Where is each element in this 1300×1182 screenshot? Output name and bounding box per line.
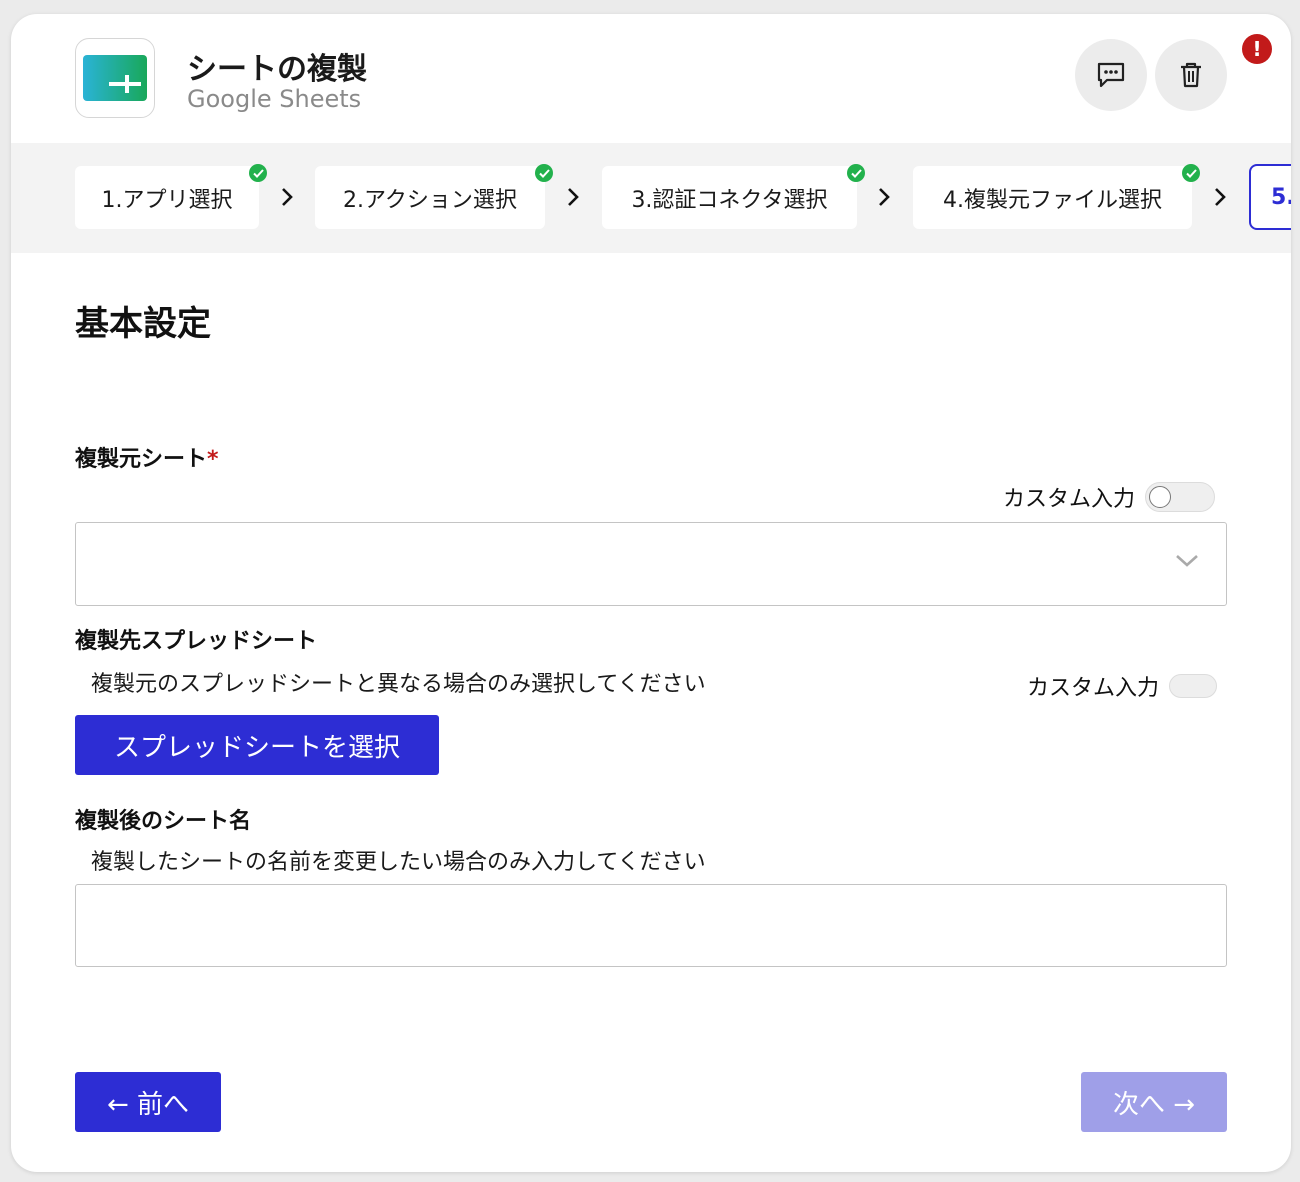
comment-button[interactable] [1075, 39, 1147, 111]
step-label: 2.アクション選択 [343, 187, 517, 213]
toggle-knob [1149, 486, 1172, 508]
chevron-right-icon [277, 183, 297, 211]
chevron-right-icon [1210, 183, 1230, 211]
step-progress-bar: 1.アプリ選択 2.アクション選択 3.認証コネクタ選択 4.複製元ファイル選択… [11, 143, 1291, 253]
required-mark: * [207, 447, 219, 472]
step-label: 4.複製元ファイル選択 [943, 187, 1162, 213]
prev-button[interactable]: ← 前へ [75, 1072, 221, 1132]
step-label: 3.認証コネクタ選択 [631, 187, 828, 213]
select-spreadsheet-button[interactable]: スプレッドシートを選択 [75, 715, 439, 775]
step-label: 5. [1271, 184, 1291, 210]
error-alert-badge[interactable]: ! [1242, 34, 1272, 64]
dest-spreadsheet-custom-input-toggle-group: カスタム入力 [1027, 670, 1218, 702]
step-label: 1.アプリ選択 [101, 187, 233, 213]
custom-input-label: カスタム入力 [1003, 487, 1136, 512]
trash-icon [1181, 62, 1201, 88]
step-action-select[interactable]: 2.アクション選択 [315, 164, 553, 229]
app-name: Google Sheets [187, 85, 362, 113]
source-sheet-label-text: 複製元シート [75, 447, 208, 472]
delete-button[interactable] [1155, 39, 1227, 111]
next-button[interactable]: 次へ → [1081, 1072, 1227, 1132]
check-icon [1182, 164, 1200, 182]
sheets-logo-icon [83, 55, 147, 101]
source-sheet-custom-input-toggle[interactable] [1145, 482, 1216, 512]
step-source-file-select[interactable]: 4.複製元ファイル選択 [913, 164, 1200, 229]
google-sheets-app-icon [75, 38, 155, 118]
check-icon [847, 164, 865, 182]
step-connector-select[interactable]: 3.認証コネクタ選択 [602, 164, 865, 229]
chevron-right-icon [563, 183, 583, 211]
dest-spreadsheet-label: 複製先スプレッドシート [75, 629, 318, 654]
source-sheet-custom-input-toggle-group: カスタム入力 [1003, 481, 1216, 513]
new-sheet-name-input[interactable] [75, 884, 1227, 967]
source-sheet-label: 複製元シート* [75, 441, 219, 473]
custom-input-label: カスタム入力 [1027, 676, 1160, 701]
comment-icon [1097, 62, 1125, 88]
step-app-select[interactable]: 1.アプリ選択 [75, 164, 267, 229]
chevron-down-icon [1176, 555, 1198, 567]
section-title: 基本設定 [75, 304, 211, 344]
chevron-right-icon [874, 183, 894, 211]
source-sheet-select[interactable] [75, 522, 1227, 606]
page-title: シートの複製 [187, 52, 367, 87]
new-sheet-name-hint: 複製したシートの名前を変更したい場合のみ入力してください [91, 850, 706, 875]
new-sheet-name-label: 複製後のシート名 [75, 809, 252, 834]
check-icon [535, 164, 553, 182]
check-icon [249, 164, 267, 182]
dest-spreadsheet-hint: 複製元のスプレッドシートと異なる場合のみ選択してください [91, 672, 706, 697]
action-config-card: シートの複製 Google Sheets ! 1.アプリ選択 2.アクション選択 [11, 14, 1291, 1172]
step-current[interactable]: 5. [1249, 164, 1291, 230]
dest-spreadsheet-custom-input-toggle[interactable] [1169, 674, 1218, 698]
